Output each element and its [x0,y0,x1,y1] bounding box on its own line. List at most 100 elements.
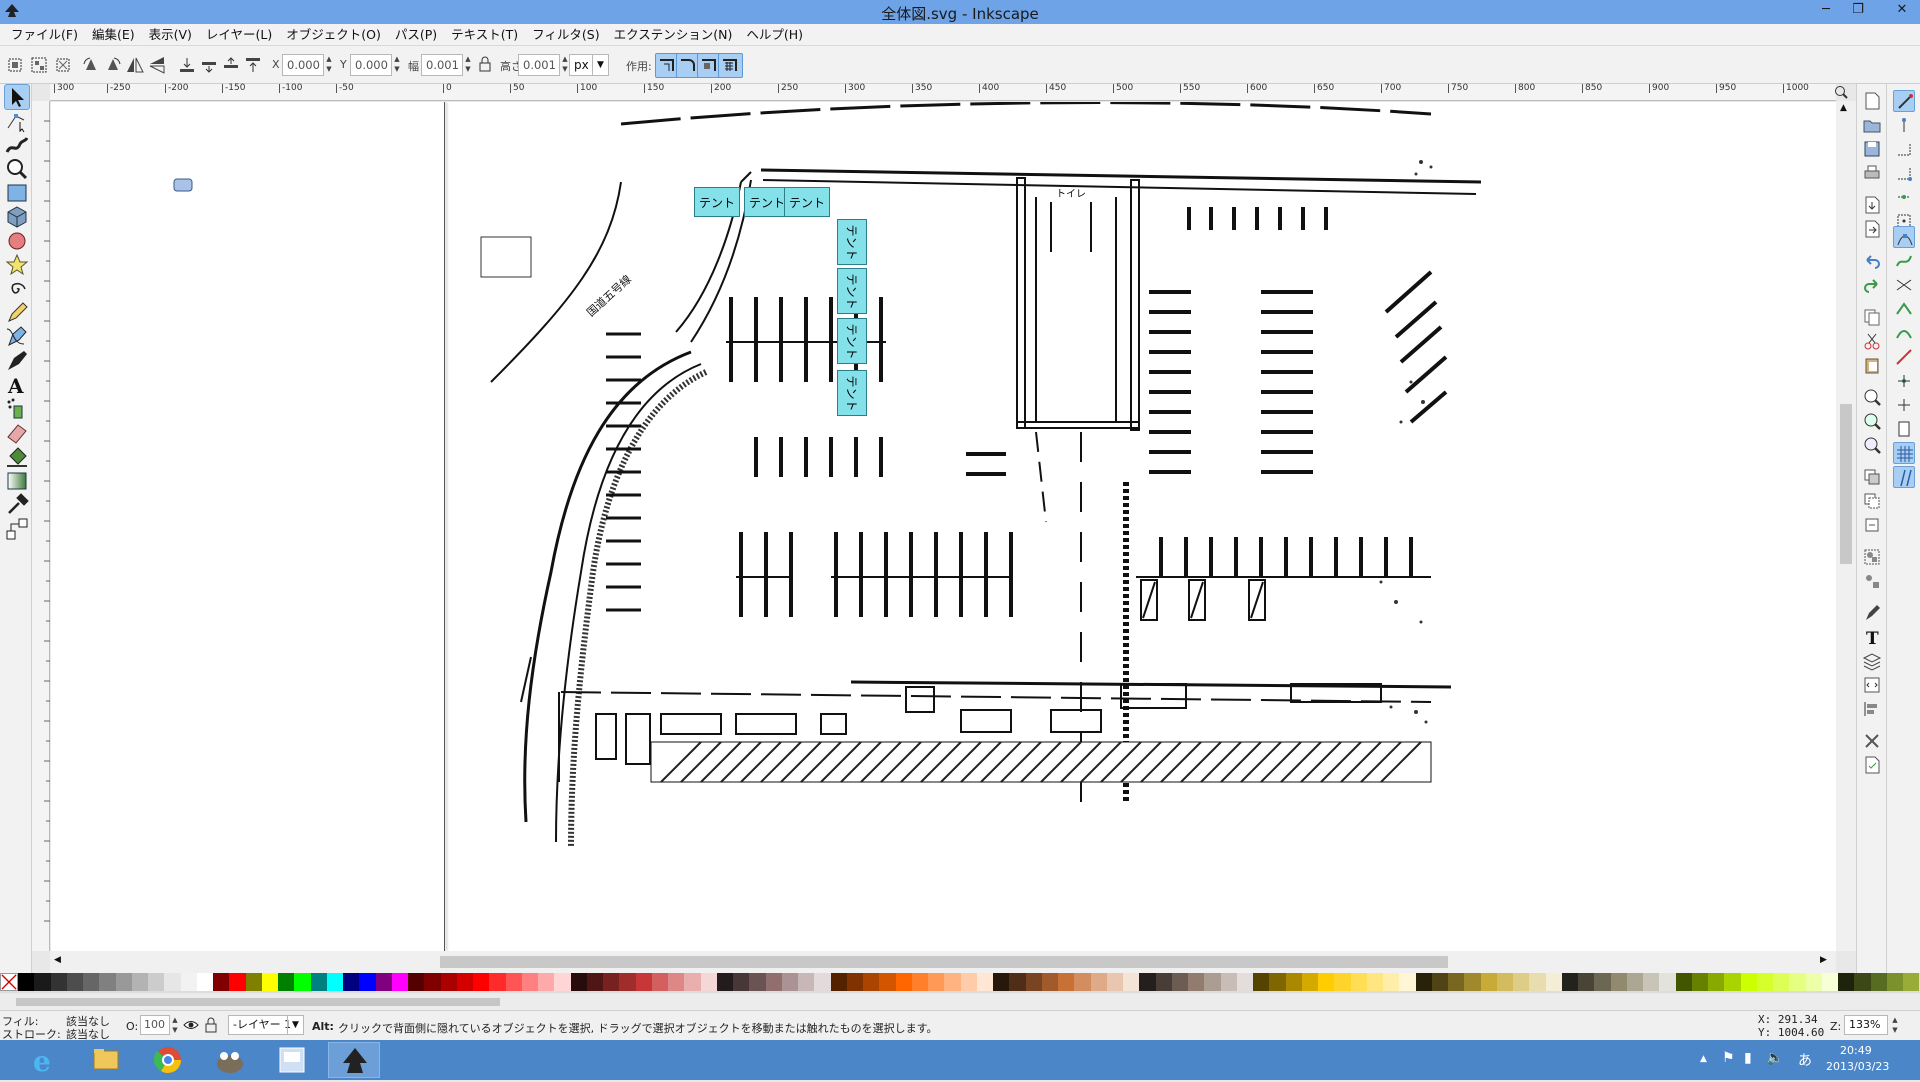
menu-object[interactable]: オブジェクト(O) [279,24,388,45]
palette-swatch[interactable] [1431,973,1448,991]
palette-swatch[interactable] [684,973,701,991]
spiral-tool-icon[interactable] [4,276,30,302]
ime-indicator[interactable]: あ [1798,1050,1812,1070]
palette-swatch[interactable] [814,973,831,991]
node-tool-icon[interactable] [4,108,30,134]
palette-swatch[interactable] [668,973,685,991]
palette-swatch[interactable] [1009,973,1026,991]
copy-icon[interactable] [1861,306,1883,328]
palette-swatch[interactable] [586,973,603,991]
palette-swatch[interactable] [1626,973,1643,991]
vertical-scrollbar[interactable]: ▲ [1836,101,1856,951]
dropper-tool-icon[interactable] [4,492,30,518]
palette-swatch[interactable] [359,973,376,991]
zoom-drawing-icon[interactable] [1861,410,1883,432]
palette-swatch[interactable] [1204,973,1221,991]
palette-swatch[interactable] [749,973,766,991]
ellipse-tool-icon[interactable] [4,228,30,254]
snap-bbox-corner-icon[interactable] [1893,162,1915,184]
palette-swatch[interactable] [1318,973,1335,991]
width-input[interactable]: 0.001 [421,54,463,76]
palette-swatch[interactable] [66,973,83,991]
palette-swatch[interactable] [180,973,197,991]
palette-swatch[interactable] [1561,973,1578,991]
palette-swatch[interactable] [846,973,863,991]
palette-swatch[interactable] [83,973,100,991]
palette-swatch[interactable] [911,973,928,991]
palette-swatch[interactable] [1236,973,1253,991]
palette-swatch[interactable] [1350,973,1367,991]
palette-swatch[interactable] [505,973,522,991]
zoom-spinner[interactable]: ▲ ▼ [1890,1015,1900,1035]
file-explorer-icon[interactable] [80,1042,132,1078]
cut-icon[interactable] [1861,330,1883,352]
tent-box-vertical[interactable]: テント [837,219,867,265]
palette-swatch[interactable] [1155,973,1172,991]
palette-swatch[interactable] [1188,973,1205,991]
vertical-ruler[interactable] [32,101,50,951]
undo-icon[interactable] [1861,250,1883,272]
palette-swatch[interactable] [1708,973,1725,991]
select-all-icon[interactable] [4,54,26,76]
clock-time[interactable]: 20:49 [1840,1044,1872,1057]
snap-paths-icon[interactable] [1893,250,1915,272]
raise-icon[interactable] [220,54,242,76]
palette-swatch[interactable] [895,973,912,991]
zoom-input[interactable]: 133% [1844,1015,1888,1035]
chrome-icon[interactable] [142,1042,194,1078]
new-document-icon[interactable] [1861,90,1883,112]
palette-swatch[interactable] [1171,973,1188,991]
snap-cusp-icon[interactable] [1893,298,1915,320]
palette-swatch[interactable] [1691,973,1708,991]
snap-bbox-edge-icon[interactable] [1893,138,1915,160]
palette-swatch[interactable] [261,973,278,991]
pencil-tool-icon[interactable] [4,300,30,326]
raise-to-top-icon[interactable] [242,54,264,76]
text-tool-icon[interactable]: A [4,372,30,398]
palette-swatch[interactable] [229,973,246,991]
menu-text[interactable]: テキスト(T) [444,24,525,45]
palette-swatch[interactable] [765,973,782,991]
palette-swatch[interactable] [440,973,457,991]
palette-swatch[interactable] [1220,973,1237,991]
palette-swatch[interactable] [1610,973,1627,991]
palette-swatch[interactable] [1496,973,1513,991]
save-icon[interactable] [1861,138,1883,160]
height-input[interactable]: 0.001 [518,54,560,76]
deselect-icon[interactable] [52,54,74,76]
minimize-button[interactable]: ─ [1814,0,1838,22]
palette-swatch[interactable] [830,973,847,991]
eye-icon[interactable] [182,1016,200,1034]
inkscape-taskbar-icon[interactable] [328,1042,380,1078]
palette-swatch[interactable] [1058,973,1075,991]
menu-filters[interactable]: フィルタ(S) [525,24,606,45]
paste-icon[interactable] [1861,354,1883,376]
selector-tool-icon[interactable] [4,84,30,110]
opacity-spinner[interactable]: ▲ ▼ [170,1015,180,1035]
action-center-icon[interactable]: ⚑ [1722,1050,1735,1066]
palette-swatch[interactable] [1090,973,1107,991]
menu-path[interactable]: パス(P) [388,24,444,45]
palette-swatch[interactable] [944,973,961,991]
paint-bucket-tool-icon[interactable] [4,444,30,470]
xml-editor-icon[interactable] [1861,674,1883,696]
clone-icon[interactable] [1861,490,1883,512]
print-icon[interactable] [1861,162,1883,184]
width-spinner[interactable]: ▲ ▼ [463,54,473,76]
tent-box-vertical[interactable]: テント [837,318,867,364]
palette-swatch[interactable] [635,973,652,991]
palette-swatch[interactable] [278,973,295,991]
scroll-up-icon[interactable]: ▲ [1840,103,1847,113]
palette-swatch[interactable] [1366,973,1383,991]
palette-scrollbar[interactable] [0,994,1920,1010]
snap-rotation-center-icon[interactable] [1893,394,1915,416]
tent-box[interactable]: テント [784,187,830,217]
lower-to-bottom-icon[interactable] [176,54,198,76]
unit-select[interactable]: px ▼ [569,54,609,76]
calligraphy-tool-icon[interactable] [4,348,30,374]
palette-swatch[interactable] [1756,973,1773,991]
document-viewer-icon[interactable] [266,1042,318,1078]
document-properties-icon[interactable] [1861,754,1883,776]
palette-swatch[interactable] [131,973,148,991]
zoom-page-icon[interactable] [1861,434,1883,456]
